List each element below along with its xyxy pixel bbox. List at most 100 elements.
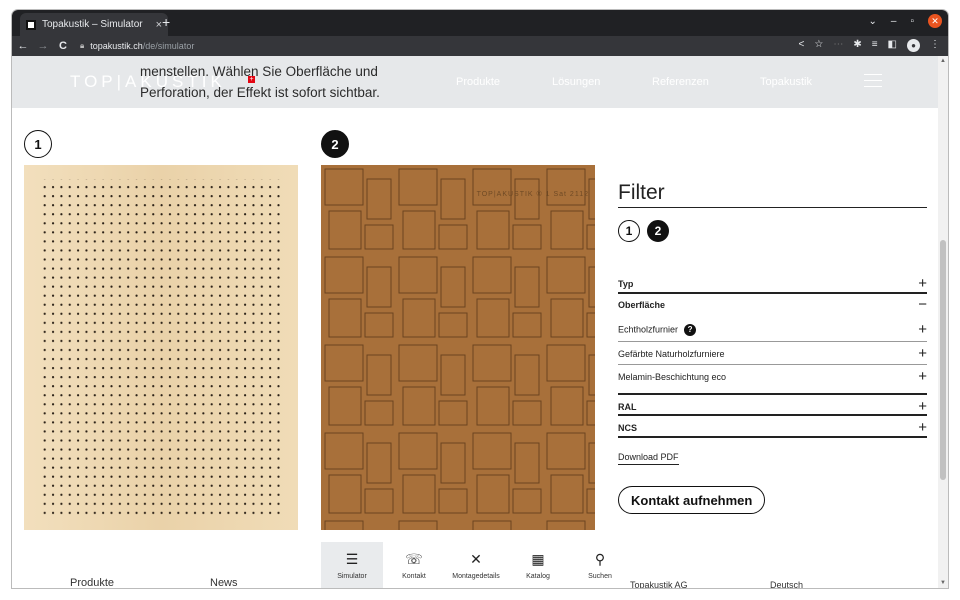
help-icon[interactable]: ? bbox=[684, 323, 697, 336]
intro-text: menstellen. Wählen Sie Oberfläche und Pe… bbox=[140, 64, 380, 100]
catalog-icon: ▦ bbox=[531, 551, 545, 567]
dock-montagedetails[interactable]: ✕ Montagedetails bbox=[445, 542, 507, 588]
forward-button[interactable]: → bbox=[34, 40, 52, 52]
sliders-icon: ☰ bbox=[345, 551, 359, 567]
menu-kebab-icon[interactable]: ⋮ bbox=[930, 39, 940, 52]
site-header: TOP|AKUSTIK + menstellen. Wählen Sie Obe… bbox=[12, 56, 938, 108]
hamburger-menu-icon[interactable] bbox=[864, 74, 882, 92]
divider bbox=[618, 393, 927, 395]
filter-row-melamin[interactable]: Melamin-Beschichtung eco + bbox=[618, 368, 927, 385]
bottom-dock: ☰ Simulator ☏ Kontakt ✕ Montagedetails ▦… bbox=[321, 542, 631, 588]
ral-label: RAL bbox=[618, 401, 637, 412]
url-domain: topakustik.ch bbox=[90, 41, 143, 51]
scroll-up-icon[interactable]: ▲ bbox=[940, 58, 946, 64]
divider bbox=[618, 292, 927, 294]
minus-icon[interactable]: − bbox=[918, 296, 927, 313]
extension-icon[interactable]: ⋯ bbox=[833, 39, 843, 52]
favicon-icon bbox=[26, 19, 36, 30]
filter-row-gefaerbte[interactable]: Gefärbte Naturholzfurniere + bbox=[618, 345, 927, 362]
divider bbox=[618, 436, 927, 438]
reload-button[interactable]: C bbox=[54, 40, 72, 52]
search-icon: ⚲ bbox=[594, 551, 606, 567]
gefaerbte-label: Gefärbte Naturholzfurniere bbox=[618, 348, 725, 359]
filter-row-oberflaeche[interactable]: Oberfläche − bbox=[618, 296, 927, 313]
panel-2-marker[interactable]: 2 bbox=[321, 130, 349, 158]
dock-simulator[interactable]: ☰ Simulator bbox=[321, 542, 383, 588]
tab-title: Topakustik – Simulator bbox=[42, 19, 143, 30]
new-tab-button[interactable]: + bbox=[162, 14, 170, 30]
dock-kontakt[interactable]: ☏ Kontakt bbox=[383, 542, 445, 588]
filter-step-1[interactable]: 1 bbox=[618, 220, 640, 242]
window-controls: ⌄ – ▫ ✕ bbox=[869, 14, 942, 28]
filter-row-ral[interactable]: RAL + bbox=[618, 398, 927, 415]
back-button[interactable]: ← bbox=[14, 40, 32, 52]
contact-button[interactable]: Kontakt aufnehmen bbox=[618, 486, 766, 514]
dock-label: Kontakt bbox=[402, 573, 426, 580]
scrollbar-thumb[interactable] bbox=[940, 240, 946, 480]
perforation-pattern bbox=[24, 165, 298, 530]
tab-search-icon[interactable]: ⌄ bbox=[869, 16, 877, 27]
phone-icon: ☏ bbox=[405, 551, 423, 567]
footer-company: Topakustik AG bbox=[630, 580, 688, 588]
nav-referenzen[interactable]: Referenzen bbox=[652, 76, 709, 88]
filter-divider bbox=[618, 207, 927, 208]
lock-icon: 🔒︎ bbox=[80, 41, 85, 50]
ncs-label: NCS bbox=[618, 422, 638, 433]
nav-topakustik[interactable]: Topakustik bbox=[760, 76, 812, 88]
divider bbox=[618, 364, 927, 365]
panel-1-marker[interactable]: 1 bbox=[24, 130, 52, 158]
nav-produkte[interactable]: Produkte bbox=[456, 76, 500, 88]
close-window-icon[interactable]: ✕ bbox=[928, 14, 942, 28]
toolbar-actions: < ☆ ⋯ ✱ ≡ ◧ ● ⋮ bbox=[799, 39, 940, 52]
bookmark-star-icon[interactable]: ☆ bbox=[814, 39, 823, 52]
dock-label: Montagedetails bbox=[452, 573, 500, 580]
echtholz-label: Echtholzfurnier? bbox=[618, 323, 697, 336]
filter-heading: Filter bbox=[618, 181, 665, 204]
wood-panel-preview: TOP|AKUSTIK ® 1 Sat 2112 bbox=[321, 165, 595, 530]
share-icon[interactable]: < bbox=[799, 39, 805, 52]
divider bbox=[618, 341, 927, 342]
plus-icon[interactable]: + bbox=[918, 368, 927, 385]
plus-icon[interactable]: + bbox=[918, 275, 927, 292]
browser-tab[interactable]: Topakustik – Simulator × bbox=[20, 13, 168, 36]
browser-toolbar: ← → C 🔒︎ topakustik.ch/de/simulator < ☆ … bbox=[12, 36, 948, 56]
filter-row-echtholz[interactable]: Echtholzfurnier? + bbox=[618, 321, 927, 338]
nav-loesungen[interactable]: Lösungen bbox=[552, 76, 600, 88]
tools-icon: ✕ bbox=[470, 551, 482, 567]
filter-row-ncs[interactable]: NCS + bbox=[618, 419, 927, 436]
dock-katalog[interactable]: ▦ Katalog bbox=[507, 542, 569, 588]
download-pdf-link[interactable]: Download PDF bbox=[618, 452, 679, 465]
dock-label: Simulator bbox=[337, 573, 367, 580]
profile-avatar-icon[interactable]: ● bbox=[907, 39, 920, 52]
page-scrollbar[interactable]: ▲ ▼ bbox=[938, 56, 948, 588]
dock-label: Katalog bbox=[526, 573, 550, 580]
plus-icon[interactable]: + bbox=[918, 345, 927, 362]
puzzle-icon[interactable]: ✱ bbox=[853, 39, 861, 52]
scroll-down-icon[interactable]: ▼ bbox=[940, 580, 946, 586]
divider bbox=[618, 414, 927, 416]
melamin-label: Melamin-Beschichtung eco bbox=[618, 371, 727, 382]
footer-produkte[interactable]: Produkte bbox=[70, 577, 114, 588]
dock-suchen[interactable]: ⚲ Suchen bbox=[569, 542, 631, 588]
plus-icon[interactable]: + bbox=[918, 419, 927, 436]
filter-row-typ[interactable]: Typ + bbox=[618, 275, 927, 292]
page-viewport: TOP|AKUSTIK + menstellen. Wählen Sie Obe… bbox=[12, 56, 938, 588]
address-bar[interactable]: 🔒︎ topakustik.ch/de/simulator bbox=[80, 41, 194, 51]
plus-icon[interactable]: + bbox=[918, 398, 927, 415]
url-path: /de/simulator bbox=[142, 41, 195, 51]
slat-pattern bbox=[321, 165, 595, 530]
dock-label: Suchen bbox=[588, 573, 612, 580]
minimize-icon[interactable]: – bbox=[891, 16, 897, 27]
echtholz-text: Echtholzfurnier bbox=[618, 324, 679, 334]
side-panel-icon[interactable]: ◧ bbox=[888, 39, 897, 52]
oberflaeche-label: Oberfläche bbox=[618, 299, 666, 310]
footer-news[interactable]: News bbox=[210, 577, 238, 588]
tab-strip: Topakustik – Simulator × + ⌄ – ▫ ✕ bbox=[12, 10, 948, 36]
filter-step-2[interactable]: 2 bbox=[647, 220, 669, 242]
reading-list-icon[interactable]: ≡ bbox=[872, 39, 878, 52]
typ-label: Typ bbox=[618, 278, 634, 289]
footer-language[interactable]: Deutsch bbox=[770, 580, 803, 588]
maximize-icon[interactable]: ▫ bbox=[910, 16, 914, 27]
plus-icon[interactable]: + bbox=[918, 321, 927, 338]
browser-window: Topakustik – Simulator × + ⌄ – ▫ ✕ ← → C… bbox=[12, 10, 948, 588]
